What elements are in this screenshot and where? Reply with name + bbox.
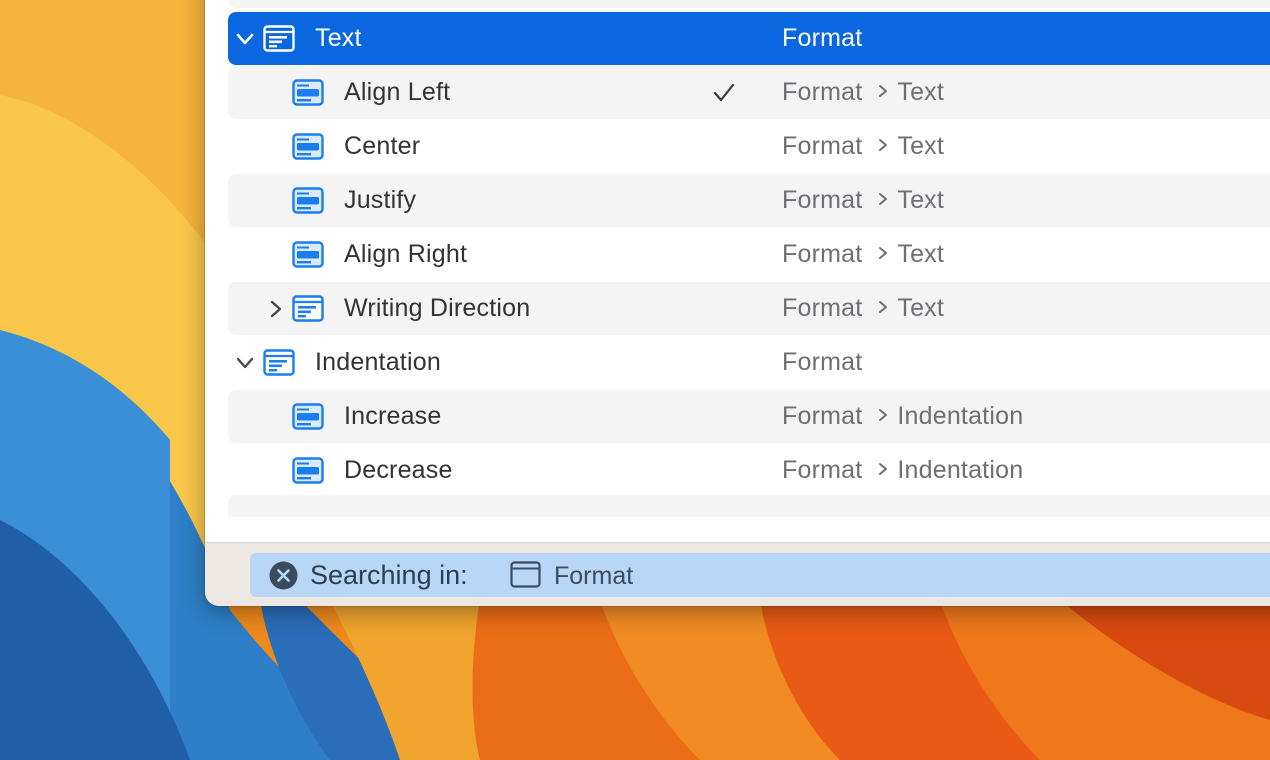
result-path: Format [782,24,863,52]
result-path: Format Text [782,186,945,214]
result-row-writing-direction[interactable]: Writing Direction Format Text [228,282,1270,335]
result-path: Format Text [782,294,945,322]
checkmark-icon [713,83,735,102]
chevron-right-icon [879,301,888,313]
result-path: Format [782,348,863,376]
result-path: Format Text [782,78,945,106]
result-path: Format Indentation [782,456,1024,484]
chevron-right-icon [879,409,888,421]
result-row-center[interactable]: Center Format Text [228,120,1270,173]
menu-item-icon [292,457,324,484]
menu-search-window: Text Format Align Left Format Text Cente… [205,0,1270,606]
result-row-increase: Increase Format Indentation [228,390,1270,443]
scope-menu-name: Format [554,562,634,590]
menu-item-icon [263,25,295,52]
menu-item-icon [292,241,324,268]
window-icon [510,561,541,588]
chevron-right-icon [879,139,888,151]
search-scope-token[interactable]: Searching in: Format [250,553,1270,597]
result-label: Align Left [344,78,451,106]
list-row-partial [228,495,1270,517]
menu-item-icon [263,349,295,376]
result-path: Format Text [782,240,945,268]
result-label: Center [344,132,421,160]
result-row-decrease: Decrease Format Indentation [228,444,1270,497]
result-row-justify[interactable]: Justify Format Text [228,174,1270,227]
result-label: Text [315,24,362,52]
chevron-down-icon[interactable] [234,28,256,50]
menu-item-icon [292,79,324,106]
search-scope-footer: Searching in: Format [205,542,1270,606]
result-label: Writing Direction [344,294,531,322]
list-row-partial [228,0,1270,8]
result-row-align-left[interactable]: Align Left Format Text [228,66,1270,119]
result-row-align-right[interactable]: Align Right Format Text [228,228,1270,281]
disabled-content: Increase Format Indentation [228,390,1270,443]
chevron-right-icon[interactable] [265,298,287,320]
result-label: Justify [344,186,417,214]
result-label: Decrease [344,456,453,484]
menu-item-icon [292,295,324,322]
result-label: Align Right [344,240,468,268]
menu-item-icon [292,187,324,214]
chevron-down-icon[interactable] [234,352,256,374]
disabled-content: Decrease Format Indentation [228,444,1270,497]
menu-item-icon [292,133,324,160]
result-path: Format Text [782,132,945,160]
result-label: Indentation [315,348,441,376]
menu-item-icon [292,403,324,430]
close-circle-icon[interactable] [269,561,298,590]
scope-label: Searching in: [310,560,468,590]
chevron-right-icon [879,193,888,205]
result-row-text[interactable]: Text Format [228,12,1270,65]
result-label: Increase [344,402,442,430]
chevron-right-icon [879,85,888,97]
result-path: Format Indentation [782,402,1024,430]
chevron-right-icon [879,247,888,259]
result-row-indentation[interactable]: Indentation Format [228,336,1270,389]
chevron-right-icon [879,463,888,475]
